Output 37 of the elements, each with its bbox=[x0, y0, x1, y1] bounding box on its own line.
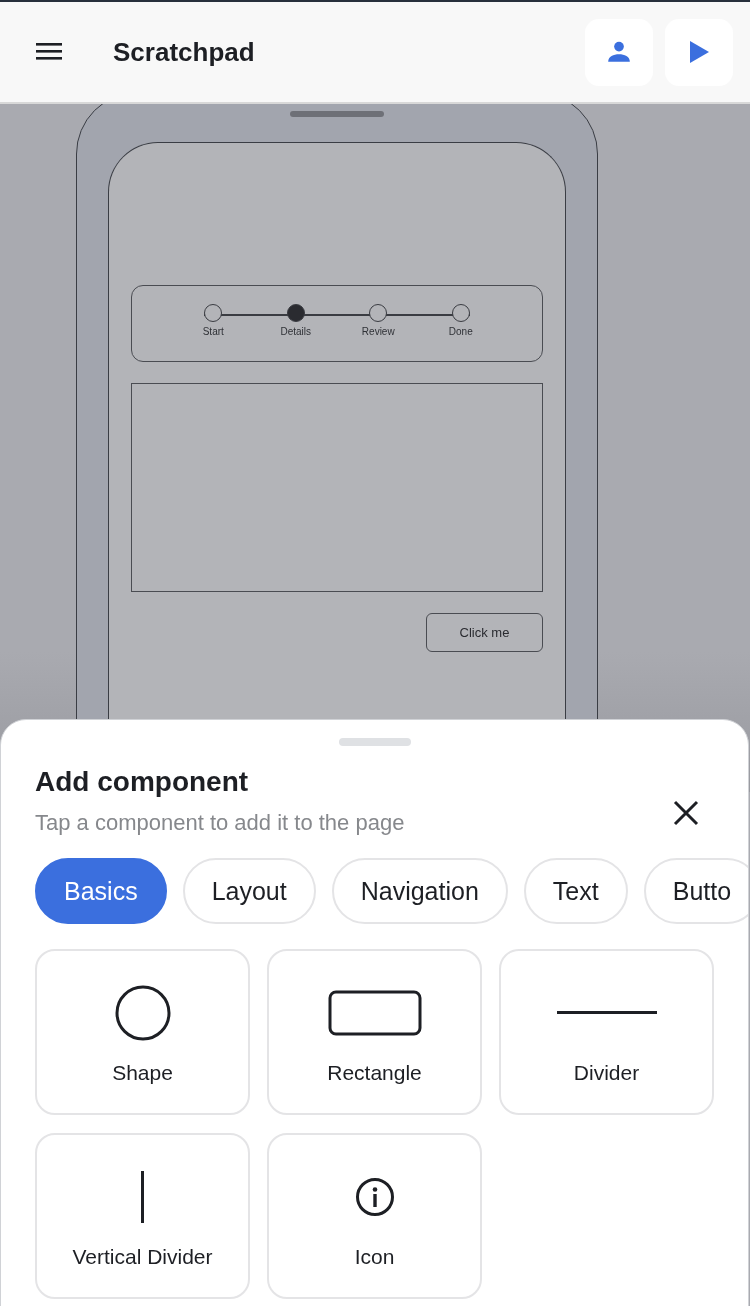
circle-icon bbox=[113, 984, 172, 1042]
component-label: Shape bbox=[112, 1061, 173, 1085]
step-label: Details bbox=[280, 326, 312, 337]
menu-button[interactable] bbox=[34, 41, 64, 63]
account-button[interactable] bbox=[585, 18, 653, 86]
info-icon bbox=[354, 1177, 395, 1217]
mockup-button[interactable]: Click me bbox=[426, 613, 543, 652]
horizontal-line-icon bbox=[556, 1011, 657, 1015]
step-label: Start bbox=[202, 326, 224, 337]
category-chip[interactable]: Basics bbox=[35, 858, 167, 924]
close-button[interactable] bbox=[672, 800, 700, 828]
category-chip[interactable]: Layout bbox=[182, 858, 316, 924]
rectangle-icon bbox=[327, 990, 422, 1036]
drag-handle[interactable] bbox=[338, 738, 411, 746]
sheet-title: Add component bbox=[35, 766, 250, 798]
app-title: Scratchpad bbox=[113, 36, 256, 68]
play-button[interactable] bbox=[665, 18, 733, 86]
component-label: Icon bbox=[354, 1245, 395, 1269]
component-card[interactable]: Shape bbox=[35, 949, 250, 1115]
step-label: Done bbox=[448, 326, 473, 337]
category-chip[interactable]: Navigation bbox=[331, 858, 508, 924]
component-card[interactable]: Vertical Divider bbox=[35, 1133, 250, 1299]
close-icon bbox=[673, 800, 699, 826]
category-chip[interactable]: Butto bbox=[643, 858, 748, 924]
component-card[interactable]: Icon bbox=[267, 1133, 482, 1299]
component-label: Vertical Divider bbox=[72, 1245, 213, 1269]
component-label: Divider bbox=[573, 1061, 640, 1085]
component-label: Rectangle bbox=[327, 1061, 422, 1085]
sheet-subtitle: Tap a component to add it to the page bbox=[35, 810, 406, 836]
step-label: Review bbox=[361, 326, 395, 337]
category-chip[interactable]: Text bbox=[523, 858, 628, 924]
vertical-line-icon bbox=[140, 1171, 145, 1223]
component-card[interactable]: Rectangle bbox=[267, 949, 482, 1115]
component-card[interactable]: Divider bbox=[499, 949, 714, 1115]
menu-icon bbox=[36, 41, 62, 61]
person-icon bbox=[606, 39, 632, 65]
play-icon bbox=[688, 40, 710, 64]
